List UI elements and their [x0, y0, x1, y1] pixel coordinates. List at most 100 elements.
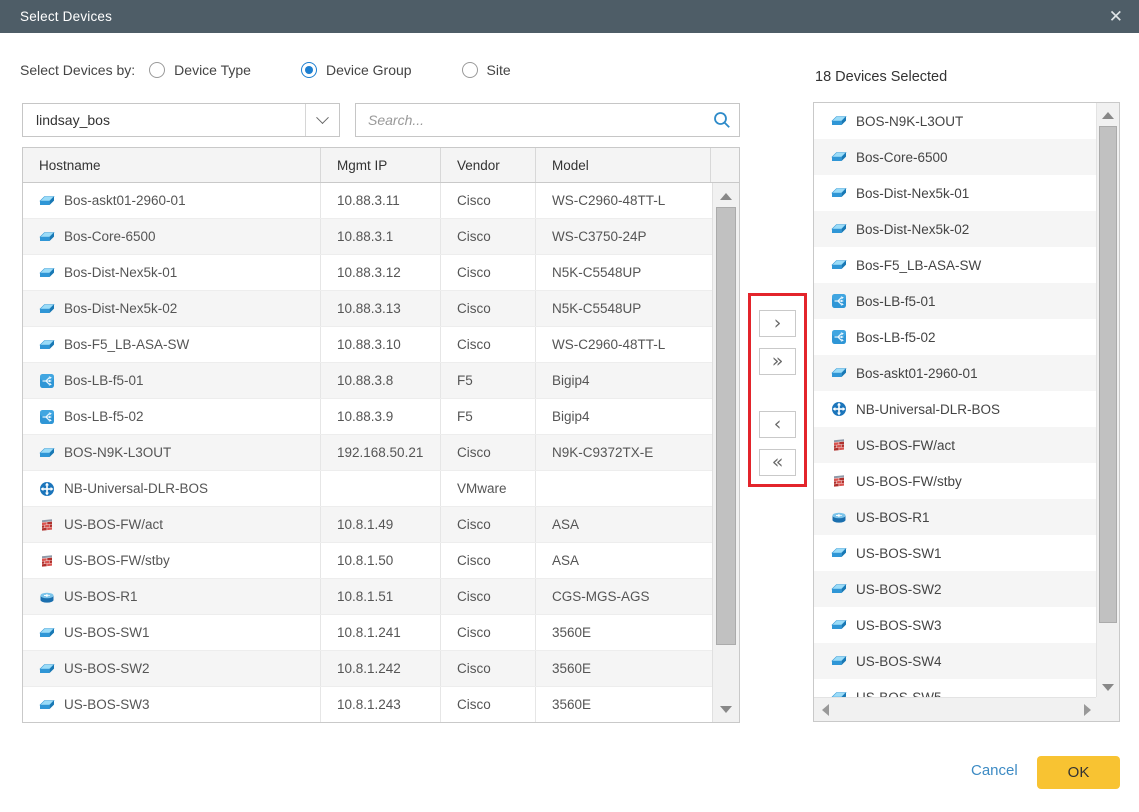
- mgmt-ip-cell: 10.88.3.8: [321, 363, 441, 398]
- selected-device-item[interactable]: Bos-Dist-Nex5k-01: [814, 175, 1097, 211]
- column-header-spacer: [711, 148, 739, 182]
- router-icon: [831, 509, 847, 525]
- search-icon[interactable]: [705, 110, 739, 130]
- hostname-text: Bos-Dist-Nex5k-01: [64, 265, 177, 280]
- scroll-right-arrow[interactable]: [1076, 698, 1098, 721]
- table-row[interactable]: BOS-N9K-L3OUT192.168.50.21CiscoN9K-C9372…: [23, 435, 713, 471]
- mgmt-ip-cell: 10.88.3.1: [321, 219, 441, 254]
- table-row[interactable]: Bos-F5_LB-ASA-SW10.88.3.10CiscoWS-C2960-…: [23, 327, 713, 363]
- vendor-cell: Cisco: [441, 651, 536, 686]
- table-row[interactable]: Bos-LB-f5-0110.88.3.8F5Bigip4: [23, 363, 713, 399]
- selected-vertical-scrollbar[interactable]: [1096, 103, 1119, 699]
- hostname-text: US-BOS-SW2: [64, 661, 150, 676]
- selected-device-item[interactable]: BOS-N9K-L3OUT: [814, 103, 1097, 139]
- radio-site[interactable]: Site: [462, 62, 511, 78]
- selected-device-item[interactable]: US-BOS-FW/stby: [814, 463, 1097, 499]
- hostname-cell: Bos-askt01-2960-01: [23, 183, 321, 218]
- radio-icon: [301, 62, 317, 78]
- table-row[interactable]: NB-Universal-DLR-BOSVMware: [23, 471, 713, 507]
- scroll-down-arrow[interactable]: [1097, 677, 1119, 697]
- device-group-dropdown[interactable]: lindsay_bos: [22, 103, 340, 137]
- vendor-cell: VMware: [441, 471, 536, 506]
- selected-device-item[interactable]: Bos-LB-f5-02: [814, 319, 1097, 355]
- vendor-cell: Cisco: [441, 543, 536, 578]
- hostname-text: Bos-Dist-Nex5k-02: [64, 301, 177, 316]
- table-row[interactable]: Bos-Core-650010.88.3.1CiscoWS-C3750-24P: [23, 219, 713, 255]
- switch-icon: [39, 301, 55, 317]
- table-row[interactable]: Bos-LB-f5-0210.88.3.9F5Bigip4: [23, 399, 713, 435]
- radio-device-type[interactable]: Device Type: [149, 62, 251, 78]
- cancel-button[interactable]: Cancel: [971, 762, 1018, 779]
- table-row[interactable]: US-BOS-FW/act 10.8.1.49CiscoASA: [23, 507, 713, 543]
- selected-device-label: US-BOS-FW/act: [856, 438, 955, 453]
- move-all-left-button[interactable]: «: [759, 449, 796, 476]
- mgmt-ip-cell: 10.8.1.241: [321, 615, 441, 650]
- table-row[interactable]: US-BOS-SW110.8.1.241Cisco3560E: [23, 615, 713, 651]
- scroll-down-arrow[interactable]: [713, 699, 739, 719]
- hostname-cell: BOS-N9K-L3OUT: [23, 435, 321, 470]
- selected-device-item[interactable]: US-BOS-SW1: [814, 535, 1097, 571]
- selected-device-item[interactable]: US-BOS-SW2: [814, 571, 1097, 607]
- scrollbar-thumb[interactable]: [716, 207, 736, 645]
- scroll-up-arrow[interactable]: [1097, 105, 1119, 125]
- move-selected-right-button[interactable]: ›: [759, 310, 796, 337]
- mgmt-ip-cell: 10.8.1.49: [321, 507, 441, 542]
- hostname-cell: Bos-Core-6500: [23, 219, 321, 254]
- selected-device-label: US-BOS-SW4: [856, 654, 942, 669]
- selected-device-item[interactable]: NB-Universal-DLR-BOS: [814, 391, 1097, 427]
- selected-devices-list: BOS-N9K-L3OUT Bos-Core-6500 Bos-Dist-Nex5k…: [814, 103, 1097, 699]
- model-cell: WS-C2960-48TT-L: [536, 183, 711, 218]
- scroll-left-arrow[interactable]: [814, 698, 836, 721]
- hostname-cell: US-BOS-FW/stby: [23, 543, 321, 578]
- hostname-text: Bos-LB-f5-02: [64, 409, 144, 424]
- hostname-cell: Bos-F5_LB-ASA-SW: [23, 327, 321, 362]
- model-cell: N9K-C9372TX-E: [536, 435, 711, 470]
- selected-device-item[interactable]: US-BOS-FW/act: [814, 427, 1097, 463]
- table-row[interactable]: US-BOS-SW210.8.1.242Cisco3560E: [23, 651, 713, 687]
- vendor-cell: Cisco: [441, 507, 536, 542]
- table-row[interactable]: US-BOS-R110.8.1.51CiscoCGS-MGS-AGS: [23, 579, 713, 615]
- selected-device-item[interactable]: Bos-askt01-2960-01: [814, 355, 1097, 391]
- firewall-icon: [39, 517, 55, 533]
- switch-icon: [831, 149, 847, 165]
- close-button[interactable]: ✕: [1109, 8, 1123, 25]
- hostname-cell: US-BOS-R1: [23, 579, 321, 614]
- selected-device-item[interactable]: Bos-Dist-Nex5k-02: [814, 211, 1097, 247]
- mgmt-ip-cell: 10.88.3.12: [321, 255, 441, 290]
- selected-device-label: US-BOS-SW3: [856, 618, 942, 633]
- model-cell: ASA: [536, 507, 711, 542]
- move-selected-left-button[interactable]: ‹: [759, 411, 796, 438]
- selected-device-label: Bos-Core-6500: [856, 150, 948, 165]
- switch-icon: [39, 661, 55, 677]
- selected-device-item[interactable]: US-BOS-SW3: [814, 607, 1097, 643]
- mgmt-ip-cell: 10.88.3.11: [321, 183, 441, 218]
- move-all-right-button[interactable]: »: [759, 348, 796, 375]
- table-row[interactable]: Bos-Dist-Nex5k-0210.88.3.13CiscoN5K-C554…: [23, 291, 713, 327]
- selected-device-item[interactable]: Bos-LB-f5-01: [814, 283, 1097, 319]
- selected-device-label: Bos-F5_LB-ASA-SW: [856, 258, 981, 273]
- selected-device-item[interactable]: US-BOS-R1: [814, 499, 1097, 535]
- search-input[interactable]: [356, 104, 705, 136]
- table-vertical-scrollbar[interactable]: [712, 183, 739, 722]
- hostname-cell: US-BOS-SW2: [23, 651, 321, 686]
- table-row[interactable]: Bos-askt01-2960-0110.88.3.11CiscoWS-C296…: [23, 183, 713, 219]
- hostname-text: US-BOS-FW/act: [64, 517, 163, 532]
- table-row[interactable]: Bos-Dist-Nex5k-0110.88.3.12CiscoN5K-C554…: [23, 255, 713, 291]
- model-cell: WS-C2960-48TT-L: [536, 327, 711, 362]
- column-header-model: Model: [536, 148, 711, 182]
- radio-device-group[interactable]: Device Group: [301, 62, 412, 78]
- table-row[interactable]: US-BOS-SW310.8.1.243Cisco3560E: [23, 687, 713, 722]
- switch-icon: [39, 445, 55, 461]
- ok-button[interactable]: OK: [1037, 756, 1120, 789]
- selected-device-item[interactable]: US-BOS-SW5: [814, 679, 1097, 699]
- scrollbar-thumb[interactable]: [1099, 126, 1117, 623]
- model-cell: CGS-MGS-AGS: [536, 579, 711, 614]
- hostname-text: US-BOS-R1: [64, 589, 138, 604]
- table-row[interactable]: US-BOS-FW/stby10.8.1.50CiscoASA: [23, 543, 713, 579]
- selected-device-item[interactable]: Bos-F5_LB-ASA-SW: [814, 247, 1097, 283]
- model-cell: N5K-C5548UP: [536, 255, 711, 290]
- selected-horizontal-scrollbar[interactable]: [814, 697, 1098, 721]
- selected-device-item[interactable]: US-BOS-SW4: [814, 643, 1097, 679]
- scroll-up-arrow[interactable]: [713, 186, 739, 206]
- selected-device-item[interactable]: Bos-Core-6500: [814, 139, 1097, 175]
